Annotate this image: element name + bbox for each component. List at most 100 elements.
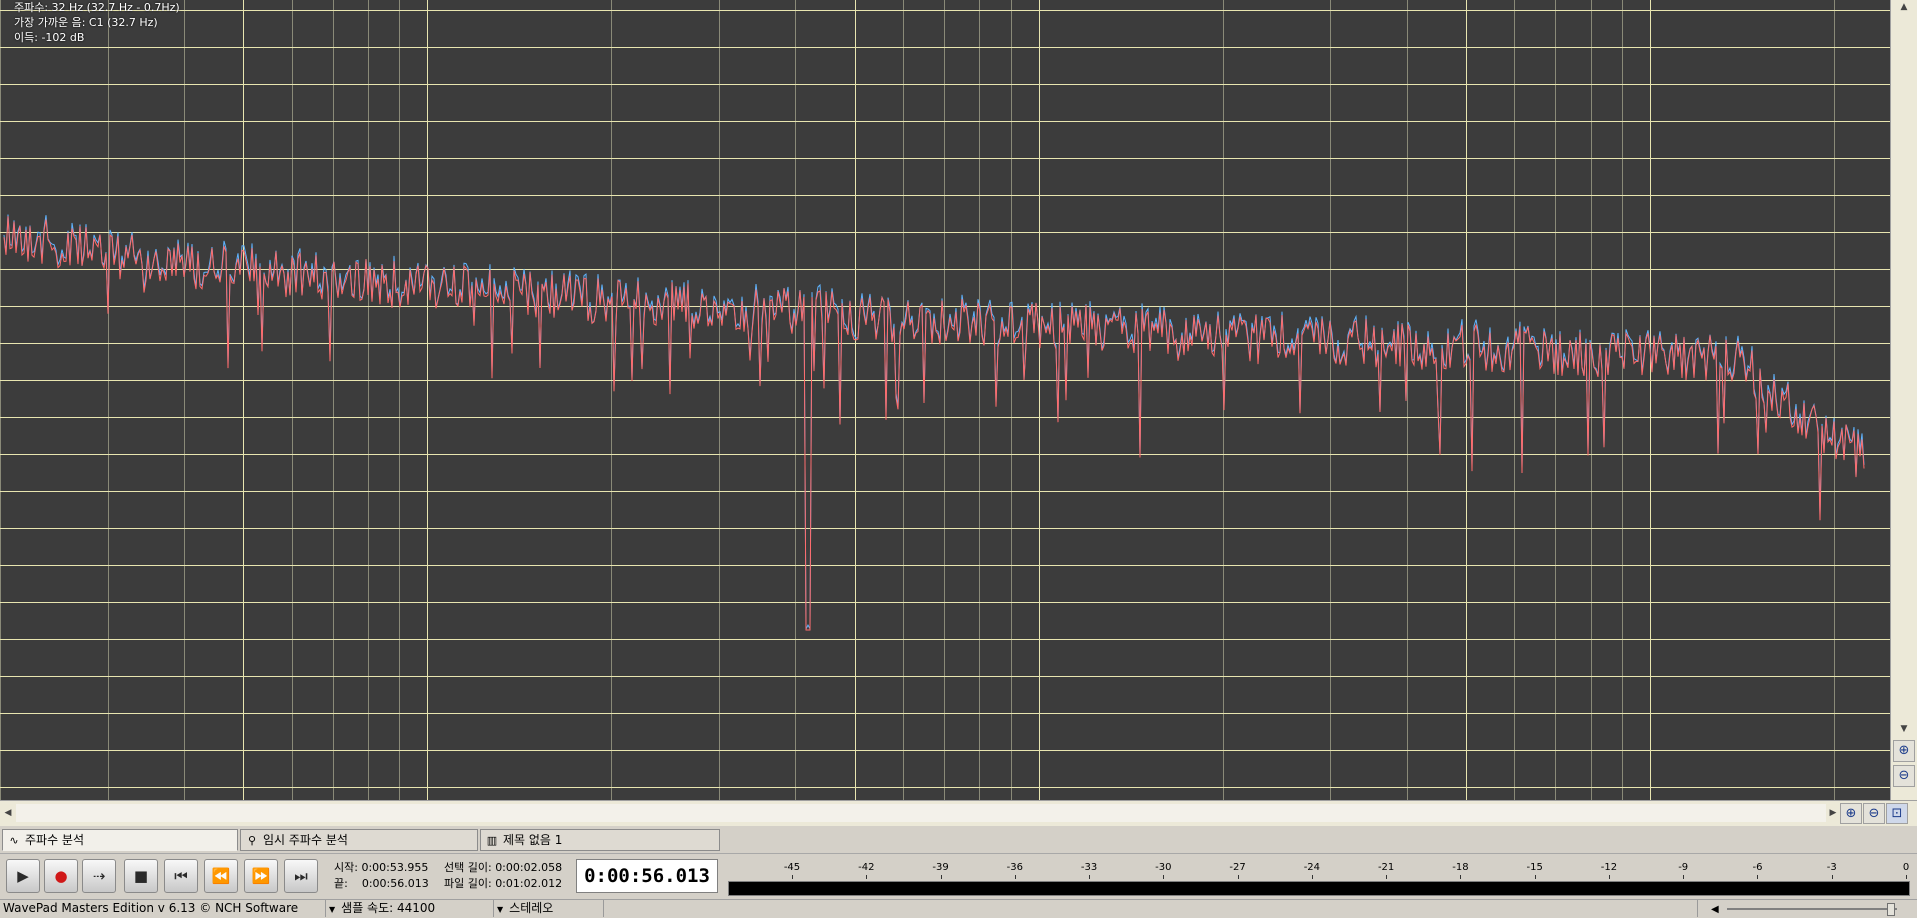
magnifier-fit-icon: ⊡ <box>1891 806 1903 821</box>
meter-tick-label: -39 <box>932 862 949 873</box>
stop-button[interactable]: ■ <box>124 859 158 893</box>
caret-down-icon: ▼ <box>329 905 336 914</box>
meter-tick-label: -9 <box>1678 862 1689 873</box>
channels-label: 스테레오 <box>509 901 554 915</box>
horizontal-scroll-track[interactable] <box>16 804 1826 822</box>
selection-length-label: 선택 길이: <box>444 861 492 874</box>
meter-tick-label: -12 <box>1600 862 1618 873</box>
volume-track <box>1727 908 1897 910</box>
meter-tick-mark <box>792 875 793 879</box>
meter-tick-mark <box>1757 875 1759 879</box>
triangle-left-icon[interactable]: ◀ <box>2 805 14 821</box>
tab-temporary-frequency-analysis[interactable]: ⚲ 임시 주파수 분석 <box>240 829 478 851</box>
fast-forward-button[interactable]: ⏩ <box>244 859 278 893</box>
meter-tick-mark <box>1163 875 1165 879</box>
triangle-up-icon[interactable]: ▲ <box>1893 0 1915 14</box>
play-cursor-icon: ⇢ <box>92 867 106 885</box>
grid-minor-lines <box>0 0 1835 800</box>
play-to-cursor-button[interactable]: ⇢ <box>82 859 116 893</box>
piano-keys-icon: ▥ <box>486 834 498 847</box>
temporary-analysis-icon: ⚲ <box>247 834 257 847</box>
horizontal-scrollbar[interactable]: ◀ ▶ ⊕ ⊖ ⊡ <box>0 800 1917 826</box>
horizontal-zoom-out-button[interactable]: ⊖ <box>1863 803 1885 824</box>
meter-tick-mark <box>866 875 868 879</box>
meter-tick-label: -45 <box>783 862 801 873</box>
channels-selector[interactable]: ▼ 스테레오 <box>494 900 604 917</box>
meter-tick-label: -6 <box>1752 862 1763 873</box>
status-message <box>604 900 1698 917</box>
meter-tick-mark <box>1386 875 1388 879</box>
meter-tick-mark <box>1608 875 1610 879</box>
vertical-scrollbar[interactable]: ▲ ▼ ⊕ ⊖ <box>1890 0 1917 800</box>
meter-tick-mark <box>1534 875 1536 879</box>
magnifier-minus-icon: ⊖ <box>1898 768 1910 783</box>
triangle-down-icon[interactable]: ▼ <box>1893 722 1915 736</box>
fast-forward-icon: ⏩ <box>251 867 271 885</box>
end-label: 끝: <box>334 877 348 890</box>
meter-tick-mark <box>1460 875 1462 879</box>
meter-tick-label: -3 <box>1826 862 1837 873</box>
play-button[interactable]: ▶ <box>6 859 40 893</box>
skip-end-icon: ⏭ <box>294 867 308 885</box>
start-value: 0:00:53.955 <box>361 861 429 874</box>
nearest-note-readout: 가장 가까운 음: C1 (32.7 Hz) <box>14 16 158 29</box>
meter-tick-label: 0 <box>1902 862 1910 873</box>
triangle-right-icon[interactable]: ▶ <box>1827 805 1839 821</box>
volume-slider[interactable]: ◀ <box>1711 901 1911 916</box>
meter-tick-label: -36 <box>1006 862 1023 873</box>
meter-tick-mark <box>940 875 942 879</box>
skip-start-icon: ⏮ <box>174 867 188 885</box>
sample-rate-selector[interactable]: ▼ 샘플 속도: 44100 <box>326 900 494 917</box>
volume-thumb[interactable] <box>1887 903 1895 916</box>
skip-to-start-button[interactable]: ⏮ <box>164 859 198 893</box>
transport-bar: ▶ ● ⇢ ■ ⏮ ⏪ ⏩ ⏭ 시작: 0:00:53.955 끝: 0:00:… <box>0 853 1917 900</box>
vertical-zoom-out-button[interactable]: ⊖ <box>1893 765 1915 787</box>
meter-tick-mark <box>1683 875 1685 879</box>
meter-tick-mark <box>1906 875 1907 879</box>
meter-tick-mark <box>1014 875 1016 879</box>
sample-rate-label: 샘플 속도: 44100 <box>341 901 436 915</box>
rewind-icon: ⏪ <box>211 867 231 885</box>
spectrum-trace-left <box>3 214 1865 631</box>
caret-down-icon: ▼ <box>497 905 504 914</box>
level-meter: -45 -42 -39 -36 -33 -30 -27 -24 -21 -18 -15 -12 -9 -6… <box>726 856 1917 898</box>
meter-tick-mark <box>1831 875 1833 879</box>
selection-length-value: 0:00:02.058 <box>495 861 563 874</box>
skip-to-end-button[interactable]: ⏭ <box>284 859 318 893</box>
tab-label: 임시 주파수 분석 <box>263 833 348 847</box>
frequency-analysis-pane[interactable]: 주파수: 32 Hz (32.7 Hz - 0.7Hz) 가장 가까운 음: C… <box>0 0 1890 800</box>
meter-tick-mark <box>1311 875 1313 879</box>
cursor-info: 주파수: 32 Hz (32.7 Hz - 0.7Hz) 가장 가까운 음: C… <box>14 0 180 45</box>
meter-tick-label: -33 <box>1080 862 1098 873</box>
gain-readout: 이득: -102 dB <box>14 31 85 44</box>
vertical-zoom-in-button[interactable]: ⊕ <box>1893 740 1915 762</box>
rewind-button[interactable]: ⏪ <box>204 859 238 893</box>
status-bar: WavePad Masters Edition v 6.13 © NCH Sof… <box>0 899 1917 918</box>
meter-tick-label: -30 <box>1155 862 1172 873</box>
app-info: WavePad Masters Edition v 6.13 © NCH Sof… <box>0 900 326 917</box>
spectrum-trace-right <box>3 216 1865 631</box>
meter-tick-label: -24 <box>1303 862 1321 873</box>
record-button[interactable]: ● <box>44 859 78 893</box>
magnifier-plus-icon: ⊕ <box>1898 743 1910 758</box>
meter-tick-mark <box>1237 875 1239 879</box>
record-icon: ● <box>54 867 68 885</box>
window-tab-bar: ∿ 주파수 분석 ⚲ 임시 주파수 분석 ▥ 제목 없음 1 <box>0 826 1917 853</box>
play-icon: ▶ <box>17 867 29 885</box>
meter-tick-mark <box>1089 875 1091 879</box>
file-length-value: 0:01:02.012 <box>495 877 563 890</box>
magnifier-plus-icon: ⊕ <box>1845 806 1857 821</box>
frequency-analysis-icon: ∿ <box>9 834 19 847</box>
tab-untitled-1[interactable]: ▥ 제목 없음 1 <box>480 829 720 851</box>
meter-tick-label: -42 <box>858 862 875 873</box>
frequency-readout: 주파수: 32 Hz (32.7 Hz - 0.7Hz) <box>14 1 180 14</box>
tab-label: 주파수 분석 <box>25 833 85 847</box>
meter-tick-label: -21 <box>1377 862 1395 873</box>
zoom-fit-button[interactable]: ⊡ <box>1886 803 1908 824</box>
start-label: 시작: <box>334 861 358 874</box>
horizontal-zoom-in-button[interactable]: ⊕ <box>1840 803 1862 824</box>
speaker-icon: ◀ <box>1711 904 1719 915</box>
playback-clock: 0:00:56.013 <box>576 859 718 893</box>
tab-frequency-analysis[interactable]: ∿ 주파수 분석 <box>2 829 238 851</box>
spectrum-graph[interactable] <box>0 0 1890 800</box>
